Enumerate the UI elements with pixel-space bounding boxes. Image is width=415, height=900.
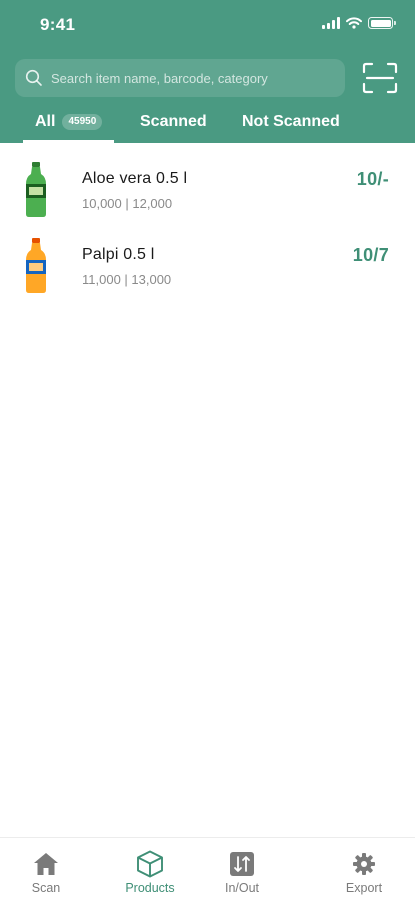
nav-in-out[interactable]: In/Out — [202, 850, 282, 895]
active-tab-indicator — [23, 140, 115, 143]
product-name: Palpi 0.5 l — [82, 246, 155, 263]
app-header: 9:41 Search item name, barcode, category… — [0, 0, 415, 143]
tab-all[interactable]: All 45950 — [23, 100, 115, 143]
filter-tabs: All 45950 Scanned Not Scanned — [0, 100, 415, 143]
nav-export[interactable]: Export — [324, 850, 404, 895]
home-icon — [32, 850, 60, 878]
product-list: Aloe vera 0.5 l 10,000 | 12,000 10/- Pal… — [0, 150, 415, 302]
status-icons — [322, 17, 396, 29]
tab-scanned-label: Scanned — [140, 112, 207, 130]
product-name: Aloe vera 0.5 l — [82, 170, 188, 187]
nav-export-label: Export — [345, 881, 383, 895]
wifi-icon — [346, 17, 362, 29]
search-icon — [25, 69, 42, 86]
tab-all-label: All — [35, 112, 56, 130]
count-badge: 45950 — [62, 113, 103, 130]
nav-products-label: Products — [125, 881, 175, 895]
search-input[interactable] — [51, 59, 345, 97]
search-bar[interactable] — [15, 59, 345, 97]
nav-scan[interactable]: Scan — [6, 850, 86, 895]
bottom-navigation: Scan Products In/Out Export — [0, 837, 415, 900]
cellular-signal-icon — [322, 17, 340, 29]
list-item[interactable]: Palpi 0.5 l 11,000 | 13,000 10/7 — [0, 226, 415, 302]
gear-icon — [350, 850, 378, 878]
nav-scan-label: Scan — [31, 881, 61, 895]
status-bar: 9:41 — [0, 0, 415, 48]
scan-frame-icon — [362, 62, 398, 94]
product-count: 10/7 — [352, 245, 389, 265]
box-icon — [136, 850, 164, 878]
tab-not-scanned-label: Not Scanned — [242, 112, 340, 130]
nav-products[interactable]: Products — [110, 850, 190, 895]
list-item[interactable]: Aloe vera 0.5 l 10,000 | 12,000 10/- — [0, 150, 415, 226]
tab-scanned[interactable]: Scanned — [140, 100, 207, 143]
battery-icon — [368, 17, 396, 29]
in-out-icon — [228, 850, 256, 878]
product-prices: 11,000 | 13,000 — [82, 272, 172, 287]
status-time: 9:41 — [40, 15, 76, 34]
orange-bottle-icon — [26, 238, 46, 293]
product-count: 10/- — [356, 169, 389, 189]
tab-not-scanned[interactable]: Not Scanned — [242, 100, 340, 143]
barcode-scan-button[interactable] — [362, 62, 398, 94]
green-bottle-icon — [26, 162, 46, 217]
product-prices: 10,000 | 12,000 — [82, 196, 173, 211]
nav-in-out-label: In/Out — [224, 881, 260, 895]
